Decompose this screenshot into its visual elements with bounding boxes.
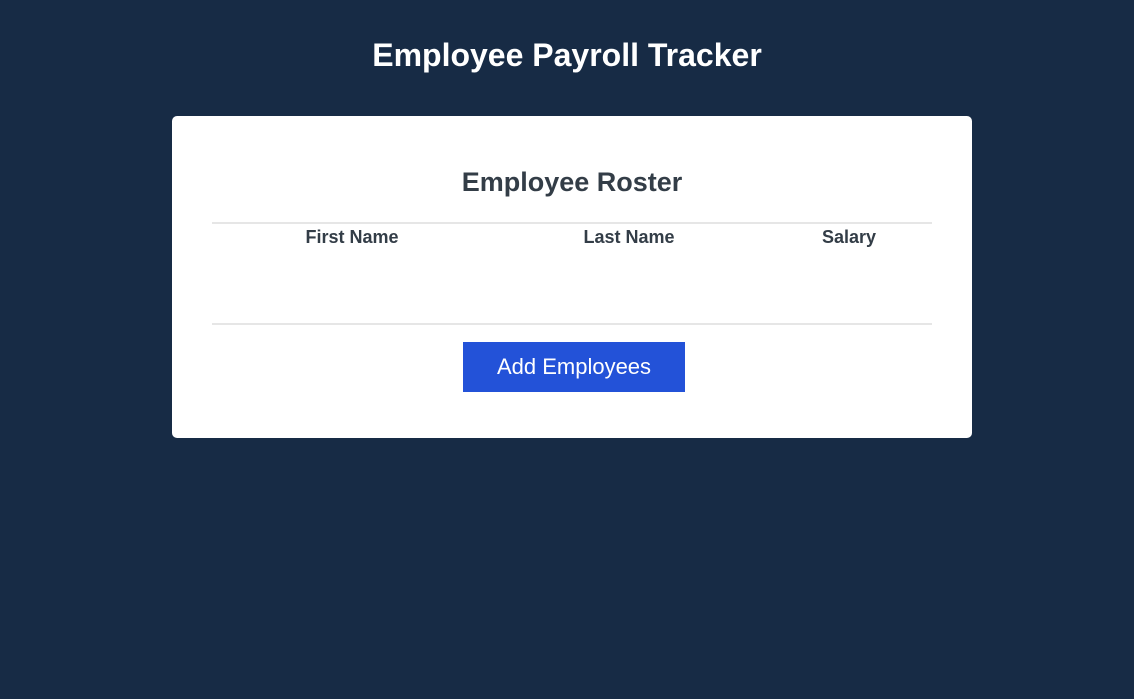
column-header-salary: Salary — [821, 227, 877, 247]
column-header-first-name: First Name — [305, 227, 399, 247]
employee-table-body — [212, 254, 932, 322]
roster-card: Employee Roster First Name Last Name Sal… — [172, 116, 972, 438]
column-header-last-name: Last Name — [583, 227, 675, 247]
add-employees-button[interactable]: Add Employees — [463, 342, 685, 392]
roster-title: Employee Roster — [461, 167, 683, 197]
employee-table: First Name Last Name Salary — [212, 222, 932, 325]
page-title: Employee Payroll Tracker — [372, 37, 762, 73]
page: { "app": { "title": "Employee Payroll Tr… — [0, 0, 1134, 699]
